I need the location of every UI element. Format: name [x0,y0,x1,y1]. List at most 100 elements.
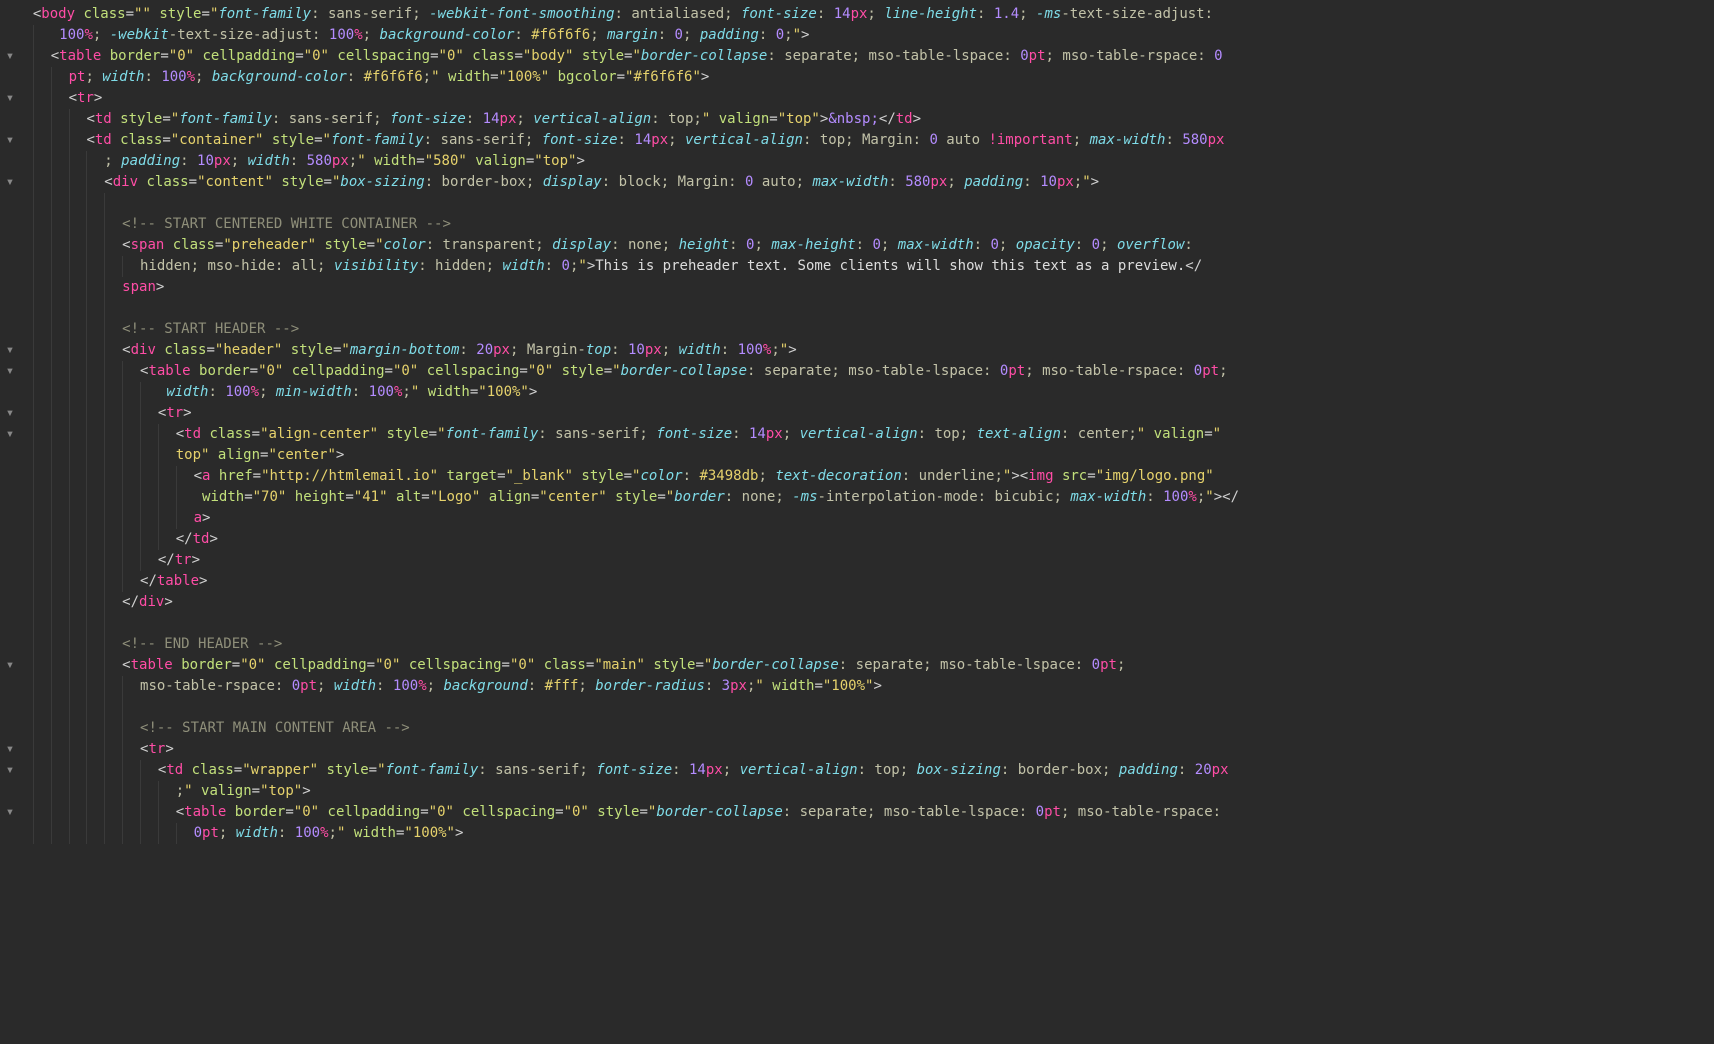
code-line[interactable]: <!-- END HEADER --> [4,634,1710,655]
code-line[interactable]: pt; width: 100%; background-color: #f6f6… [4,67,1710,88]
fold-toggle-icon[interactable]: ▾ [4,424,16,445]
code-content[interactable]: <td class="container" style="font-family… [86,132,1224,148]
fold-toggle-icon[interactable]: ▾ [4,46,16,67]
fold-toggle-icon [4,277,16,298]
code-content[interactable]: <div class="content" style="box-sizing: … [104,174,1099,190]
code-content[interactable]: <table border="0" cellpadding="0" cellsp… [51,48,1223,64]
fold-toggle-icon[interactable]: ▾ [4,802,16,823]
code-content[interactable]: <!-- START HEADER --> [122,321,299,337]
fold-toggle-icon[interactable]: ▾ [4,739,16,760]
code-line[interactable]: <!-- START MAIN CONTENT AREA --> [4,718,1710,739]
code-content[interactable]: <td class="wrapper" style="font-family: … [158,762,1229,778]
code-content[interactable]: ; padding: 10px; width: 580px;" width="5… [104,153,585,169]
fold-toggle-icon [4,193,16,214]
code-line[interactable]: <body class="" style="font-family: sans-… [4,4,1710,25]
code-content[interactable]: <!-- END HEADER --> [122,636,282,652]
code-line[interactable]: ▾ <div class="header" style="margin-bott… [4,340,1710,361]
code-line[interactable] [4,298,1710,319]
fold-toggle-icon [4,382,16,403]
code-line[interactable]: </td> [4,529,1710,550]
code-content[interactable]: </table> [140,573,207,589]
code-line[interactable]: ▾ <tr> [4,739,1710,760]
code-content[interactable]: </tr> [158,552,200,568]
code-content[interactable]: </td> [176,531,218,547]
code-content[interactable]: <!-- START MAIN CONTENT AREA --> [140,720,410,736]
code-line[interactable]: ▾ <table border="0" cellpadding="0" cell… [4,802,1710,823]
fold-toggle-icon [4,550,16,571]
code-line[interactable] [4,697,1710,718]
code-content[interactable]: top" align="center"> [176,447,345,463]
code-content[interactable]: pt; width: 100%; background-color: #f6f6… [69,69,710,85]
code-content[interactable]: <td style="font-family: sans-serif; font… [86,111,921,127]
code-line[interactable]: width="70" height="41" alt="Logo" align=… [4,487,1710,508]
code-content[interactable]: width="70" height="41" alt="Logo" align=… [194,489,1239,505]
code-line[interactable]: ▾ <div class="content" style="box-sizing… [4,172,1710,193]
code-line[interactable]: ;" valign="top"> [4,781,1710,802]
code-content[interactable]: <tr> [69,90,103,106]
fold-toggle-icon[interactable]: ▾ [4,130,16,151]
code-line[interactable]: <a href="http://htmlemail.io" target="_b… [4,466,1710,487]
fold-toggle-icon[interactable]: ▾ [4,760,16,781]
code-line[interactable] [4,193,1710,214]
code-content[interactable]: span> [122,279,164,295]
code-content[interactable]: <span class="preheader" style="color: tr… [122,237,1193,253]
code-content[interactable]: </div> [122,594,173,610]
fold-toggle-icon [4,613,16,634]
fold-toggle-icon [4,466,16,487]
code-line[interactable]: ▾ <tr> [4,403,1710,424]
code-content[interactable]: 100%; -webkit-text-size-adjust: 100%; ba… [51,27,810,43]
code-content[interactable]: <tr> [158,405,192,421]
code-content[interactable]: <!-- START CENTERED WHITE CONTAINER --> [122,216,451,232]
code-content[interactable]: <body class="" style="font-family: sans-… [33,6,1213,22]
code-content[interactable]: hidden; mso-hide: all; visibility: hidde… [140,258,1202,274]
code-line[interactable]: top" align="center"> [4,445,1710,466]
code-line[interactable]: ▾ <td class="container" style="font-fami… [4,130,1710,151]
fold-toggle-icon[interactable]: ▾ [4,403,16,424]
code-line[interactable]: ; padding: 10px; width: 580px;" width="5… [4,151,1710,172]
code-content[interactable]: mso-table-rspace: 0pt; width: 100%; back… [140,678,882,694]
code-editor[interactable]: <body class="" style="font-family: sans-… [0,0,1714,884]
code-content[interactable]: <tr> [140,741,174,757]
fold-toggle-icon[interactable]: ▾ [4,361,16,382]
code-content[interactable]: width: 100%; min-width: 100%;" width="10… [158,384,537,400]
code-line[interactable]: ▾ <table border="0" cellpadding="0" cell… [4,361,1710,382]
code-line[interactable]: <!-- START HEADER --> [4,319,1710,340]
code-content[interactable]: <table border="0" cellpadding="0" cellsp… [140,363,1228,379]
code-line[interactable]: </tr> [4,550,1710,571]
code-content[interactable]: <div class="header" style="margin-bottom… [122,342,796,358]
fold-toggle-icon [4,25,16,46]
code-content[interactable]: <td class="align-center" style="font-fam… [176,426,1221,442]
fold-toggle-icon [4,592,16,613]
fold-toggle-icon [4,214,16,235]
code-line[interactable]: ▾ <td class="align-center" style="font-f… [4,424,1710,445]
code-content[interactable]: ;" valign="top"> [176,783,311,799]
code-line[interactable] [4,613,1710,634]
code-content[interactable]: a> [194,510,211,526]
code-line[interactable]: mso-table-rspace: 0pt; width: 100%; back… [4,676,1710,697]
code-line[interactable]: span> [4,277,1710,298]
fold-toggle-icon[interactable]: ▾ [4,88,16,109]
code-line[interactable]: <span class="preheader" style="color: tr… [4,235,1710,256]
code-line[interactable]: 0pt; width: 100%;" width="100%"> [4,823,1710,844]
code-line[interactable]: a> [4,508,1710,529]
fold-toggle-icon[interactable]: ▾ [4,172,16,193]
fold-toggle-icon [4,4,16,25]
code-line[interactable]: </div> [4,592,1710,613]
fold-toggle-icon[interactable]: ▾ [4,340,16,361]
code-content[interactable]: <table border="0" cellpadding="0" cellsp… [122,657,1125,673]
fold-toggle-icon [4,823,16,844]
code-line[interactable]: 100%; -webkit-text-size-adjust: 100%; ba… [4,25,1710,46]
code-content[interactable]: <table border="0" cellpadding="0" cellsp… [176,804,1221,820]
code-content[interactable]: <a href="http://htmlemail.io" target="_b… [194,468,1214,484]
fold-toggle-icon[interactable]: ▾ [4,655,16,676]
code-content[interactable]: 0pt; width: 100%;" width="100%"> [194,825,464,841]
code-line[interactable]: ▾ <table border="0" cellpadding="0" cell… [4,655,1710,676]
code-line[interactable]: ▾ <table border="0" cellpadding="0" cell… [4,46,1710,67]
code-line[interactable]: hidden; mso-hide: all; visibility: hidde… [4,256,1710,277]
code-line[interactable]: </table> [4,571,1710,592]
code-line[interactable]: ▾ <td class="wrapper" style="font-family… [4,760,1710,781]
code-line[interactable]: ▾ <tr> [4,88,1710,109]
code-line[interactable]: <td style="font-family: sans-serif; font… [4,109,1710,130]
code-line[interactable]: <!-- START CENTERED WHITE CONTAINER --> [4,214,1710,235]
code-line[interactable]: width: 100%; min-width: 100%;" width="10… [4,382,1710,403]
